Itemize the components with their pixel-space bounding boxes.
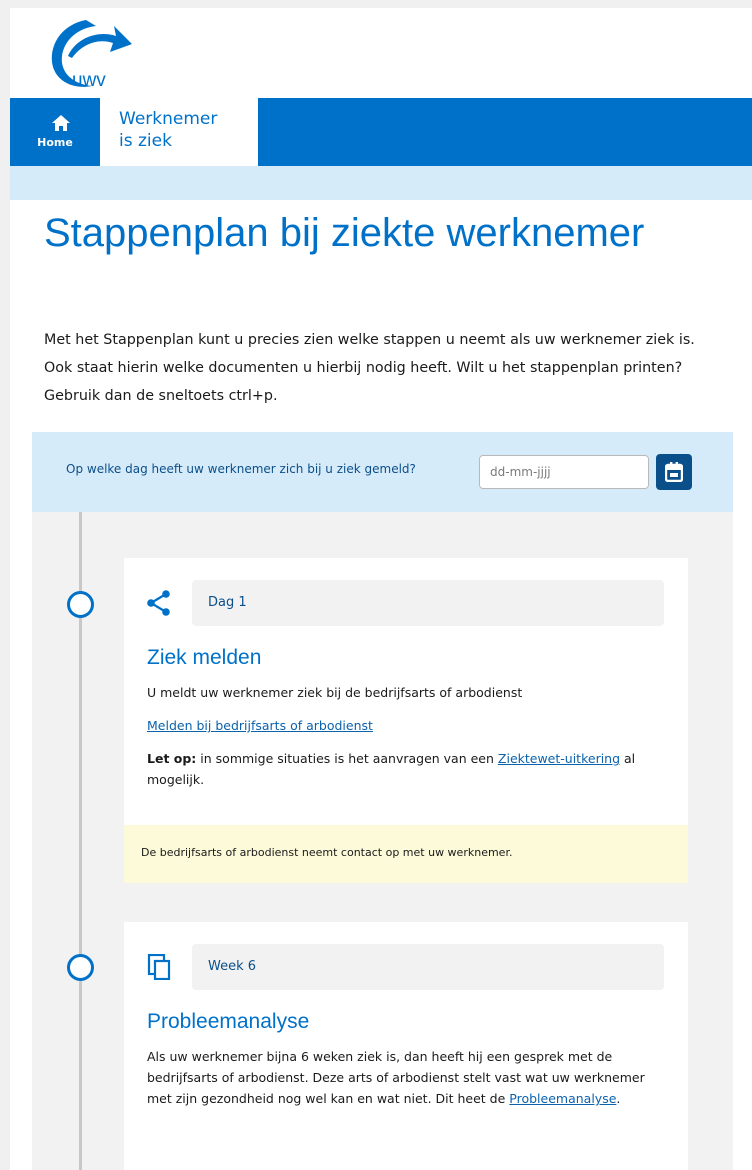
page-title: Stappenplan bij ziekte werknemer bbox=[44, 211, 645, 255]
logo-text: uwv bbox=[72, 70, 106, 91]
tab-label-line2: is ziek bbox=[119, 131, 172, 151]
date-question: Op welke dag heeft uw werknemer zich bij… bbox=[32, 432, 733, 512]
home-label: Home bbox=[37, 136, 73, 149]
timeline: Dag 1 Ziek melden U meldt uw werknemer z… bbox=[32, 512, 733, 1170]
step-when-bar: Week 6 bbox=[192, 944, 664, 990]
intro-text: Met het Stappenplan kunt u precies zien … bbox=[44, 332, 695, 404]
tab-werknemer-ziek[interactable]: Werknemer is ziek bbox=[100, 98, 258, 166]
step-card-dag-1: Dag 1 Ziek melden U meldt uw werknemer z… bbox=[124, 558, 688, 883]
timeline-dot bbox=[67, 954, 94, 981]
date-question-label: Op welke dag heeft uw werknemer zich bij… bbox=[66, 462, 416, 476]
melden-link[interactable]: Melden bij bedrijfsarts of arbodienst bbox=[147, 718, 373, 733]
page: uwv Home Werknemer is ziek Stappenplan b… bbox=[10, 8, 752, 1170]
calendar-icon bbox=[665, 462, 683, 482]
step-when-label: Week 6 bbox=[208, 959, 257, 974]
warning-text-before: in sommige situaties is het aanvragen va… bbox=[196, 751, 498, 766]
step-title: Probleemanalyse bbox=[147, 1010, 310, 1033]
step-note: De bedrijfsarts of arbodienst neemt cont… bbox=[124, 825, 688, 883]
ziektewet-link[interactable]: Ziektewet-uitkering bbox=[498, 751, 620, 766]
timeline-dot bbox=[67, 591, 94, 618]
home-button[interactable]: Home bbox=[10, 98, 100, 166]
share-icon bbox=[147, 590, 170, 616]
main-nav: Home Werknemer is ziek bbox=[10, 98, 752, 166]
step-warning: Let op: in sommige situaties is het aanv… bbox=[147, 748, 677, 790]
copy-icon bbox=[147, 954, 171, 980]
calendar-button[interactable] bbox=[656, 454, 692, 490]
home-icon bbox=[52, 115, 70, 131]
step-link-row: Melden bij bedrijfsarts of arbodienst bbox=[147, 715, 667, 736]
step-card-week-6: Week 6 Probleemanalyse Als uw werknemer … bbox=[124, 922, 688, 1170]
step-title: Ziek melden bbox=[147, 646, 262, 669]
step-text-after: . bbox=[616, 1091, 621, 1106]
uwv-logo[interactable]: uwv bbox=[42, 12, 134, 92]
warning-bold: Let op: bbox=[147, 751, 197, 766]
sick-date-input[interactable] bbox=[479, 455, 649, 489]
step-description: U meldt uw werknemer ziek bij de bedrijf… bbox=[147, 685, 523, 700]
tab-label-line1: Werknemer bbox=[119, 109, 218, 129]
nav-sub-strip bbox=[10, 166, 752, 200]
step-when-bar: Dag 1 bbox=[192, 580, 664, 626]
header: uwv bbox=[10, 8, 752, 98]
probleemanalyse-link[interactable]: Probleemanalyse bbox=[509, 1091, 616, 1106]
step-note-text: De bedrijfsarts of arbodienst neemt cont… bbox=[141, 846, 513, 859]
step-when-label: Dag 1 bbox=[208, 595, 247, 610]
step-description: Als uw werknemer bijna 6 weken ziek is, … bbox=[147, 1046, 672, 1109]
